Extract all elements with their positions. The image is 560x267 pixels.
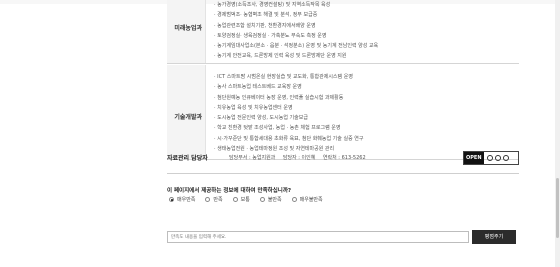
manager-department: 담당부서 : 농업지원과	[229, 155, 276, 161]
survey-option[interactable]: 만족	[205, 196, 223, 203]
list-item: · 농기계임대사업소(본소 · 읍분 · 석정분소) 운영 및 농기계 전남인력…	[214, 43, 379, 50]
kogl-marks	[484, 155, 512, 161]
list-item: · 농기계 안전교육, 드론방제 인력 육성 및 드론방제단 운영 지원	[214, 53, 347, 60]
list-item: · 농업관련조합 설치기판, 천환경지에서배양 운영	[214, 22, 316, 29]
noncommercial-icon	[494, 155, 501, 161]
list-item: · 첨단원예농 인큐베이터 농장 운영, 인력풀 실습시험 과제활동	[214, 94, 344, 101]
list-item: · 농사 스마트농업 테스트베드 교육장 운영	[214, 84, 302, 91]
manager-info: 담당부서 : 농업지원과 담당자 : 이인혜 연락처 : 613-5262	[229, 154, 372, 161]
list-item: · 도시농업 전문인력 양성, 도시농업 기술보급	[214, 115, 308, 122]
content-manager-bar: 자료관리 담당자 담당부서 : 농업지원과 담당자 : 이인혜 연락처 : 61…	[167, 146, 519, 170]
list-item: · 시·가꾸준단 및 통합세대용 초화류 육묘, 첨단 화훼농업 기술 실증 연…	[214, 135, 364, 142]
radio-button[interactable]	[169, 197, 174, 202]
survey-option-label: 보통	[240, 197, 250, 203]
survey-option-label: 매우만족	[177, 197, 196, 203]
duty-list: · ICT 스마트팜 시범온실 현장실습 및 교도화, 통합관제시스템 운영 ·…	[214, 72, 514, 154]
category-cell: 미래농업과	[167, 0, 206, 63]
survey-option[interactable]: 불만족	[259, 196, 282, 203]
survey-option[interactable]: 보통	[232, 196, 250, 203]
category-label: 미래농업과	[174, 25, 202, 32]
survey-options: 매우만족 만족 보통 불만족 매우불만족	[169, 196, 323, 203]
survey-option[interactable]: 매우불만족	[291, 196, 323, 203]
department-duties-table: 미래농업과 · 농가경영(소득조사, 경영컨설팅) 및 지역소득작목 육성 · …	[167, 0, 519, 160]
no-derivatives-icon	[502, 155, 509, 161]
radio-button[interactable]	[259, 197, 265, 202]
radio-button[interactable]	[205, 197, 211, 202]
feedback-input[interactable]	[167, 231, 469, 243]
list-item: · 치유농업 육성 및 치유농업센터 운영	[214, 104, 293, 111]
attribution-icon	[486, 155, 493, 161]
list-item: · 학교 친환경 텃밭 조성사업, 농업 · 농촌 체험 프로그램 운영	[214, 125, 341, 132]
list-item: · ICT 스마트팜 시범온실 현장실습 및 교도화, 통합관제시스템 운영	[214, 74, 353, 80]
survey-option-label: 불만족	[267, 197, 282, 203]
survey-option-label: 매우불만족	[299, 197, 323, 203]
survey-option[interactable]: 매우만족	[169, 196, 195, 203]
kogl-license-badge[interactable]: OPEN	[463, 151, 519, 165]
list-item: · 경제범벅조· 농협벽조 해결 및 분석, 정부 보급중	[214, 12, 318, 19]
scrollbar-thumb[interactable]	[556, 178, 559, 238]
category-label: 기술개발과	[174, 114, 202, 121]
survey-option-label: 만족	[213, 197, 223, 203]
category-cell: 기술개발과	[167, 65, 206, 159]
survey-question: 이 페이지에서 제공하는 정보에 대하여 만족하십니까?	[167, 188, 292, 194]
kogl-open-label: OPEN	[464, 152, 484, 164]
satisfaction-survey: 이 페이지에서 제공하는 정보에 대하여 만족하십니까? 매우만족 만족 보통 …	[167, 173, 519, 257]
radio-button[interactable]	[291, 197, 297, 202]
manager-person: 담당자 : 이인혜	[282, 155, 316, 161]
submit-rating-button[interactable]: 평점주기	[472, 230, 516, 244]
manager-contact: 연락처 : 613-5262	[322, 155, 366, 161]
page-scrollbar[interactable]	[555, 0, 560, 267]
manager-title: 자료관리 담당자	[167, 155, 208, 162]
list-item: · 농가경영(소득조사, 경영컨설팅) 및 지역소득작목 육성	[214, 2, 331, 8]
list-item: · 토양검정실· 생육검정실 · 가축분뇨 부숙도 측정 운영	[214, 32, 327, 39]
radio-button[interactable]	[232, 197, 238, 202]
duty-list: · 농가경영(소득조사, 경영컨설팅) 및 지역소득작목 육성 · 경제범벅조·…	[214, 0, 514, 62]
section-row: 미래농업과 · 농가경영(소득조사, 경영컨설팅) 및 지역소득작목 육성 · …	[167, 0, 519, 64]
